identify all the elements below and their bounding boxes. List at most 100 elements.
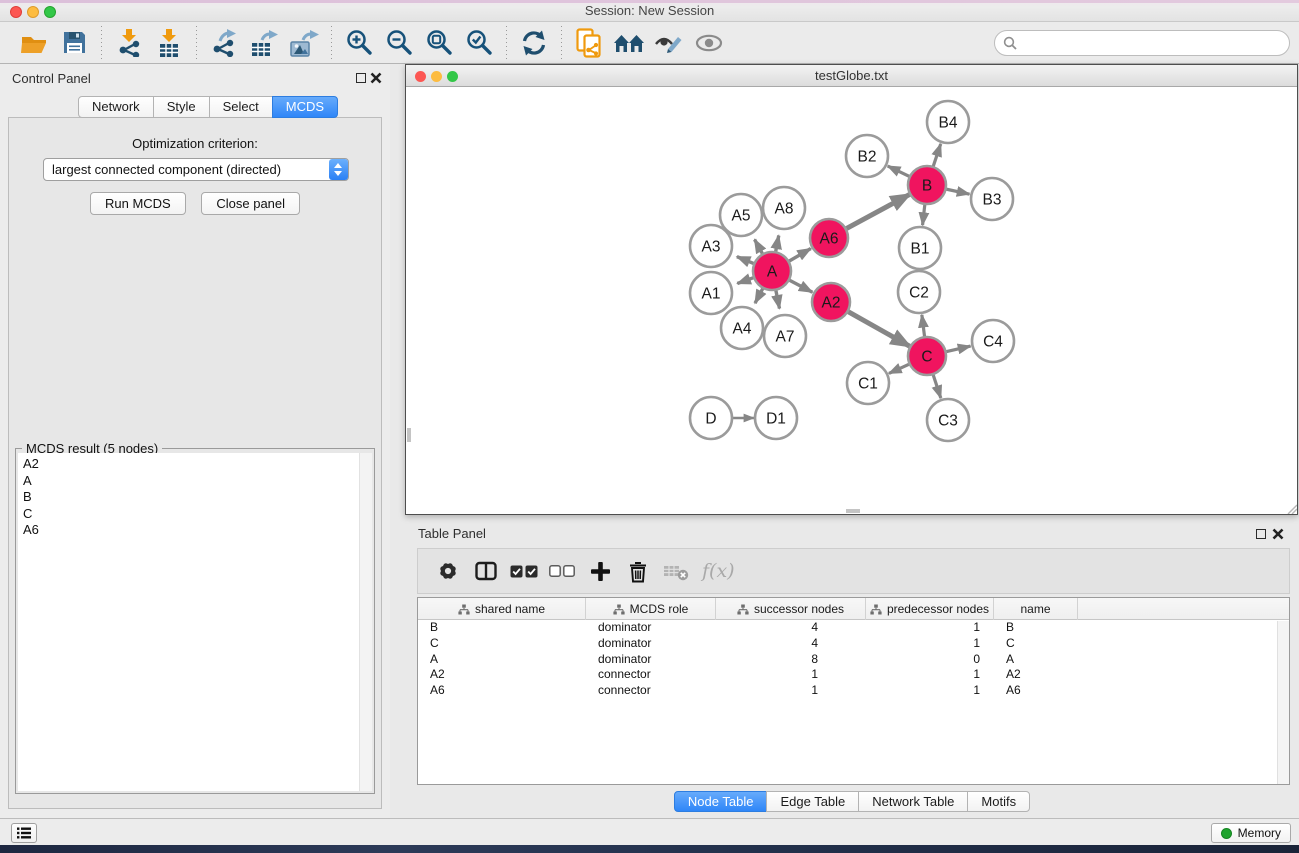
tab-edge-table[interactable]: Edge Table [766,791,859,812]
select-all-columns-button[interactable] [508,556,540,586]
cell-predecessor-nodes[interactable]: 1 [866,636,994,652]
graph-edge-C-C4[interactable] [946,346,971,352]
graph-edge-A-A3[interactable] [737,257,755,264]
column-header-successor-nodes[interactable]: successor nodes [716,598,866,620]
result-list-item[interactable]: A [23,473,372,490]
graph-edge-A-A6[interactable] [788,249,810,262]
float-table-panel-icon[interactable] [1256,529,1266,539]
cell-shared-name[interactable]: C [418,636,586,652]
cell-successor-nodes[interactable]: 4 [716,620,866,636]
import-network-button[interactable] [112,26,146,60]
graph-edge-A-A5[interactable] [755,239,763,254]
task-history-button[interactable] [11,823,37,843]
search-input[interactable] [1023,33,1289,53]
table-row[interactable]: A dominator 8 0 A [418,652,1289,668]
graph-edge-C-C2[interactable] [922,315,925,337]
zoom-out-button[interactable] [382,26,416,60]
tab-network-table[interactable]: Network Table [858,791,968,812]
result-list-item[interactable]: C [23,506,372,523]
zoom-selected-button[interactable] [462,26,496,60]
canvas-horizontal-scroll-thumb[interactable] [846,509,860,513]
delete-columns-button[interactable] [622,556,654,586]
cell-successor-nodes[interactable]: 1 [716,667,866,683]
tab-node-table[interactable]: Node Table [674,791,768,812]
cell-successor-nodes[interactable]: 1 [716,683,866,699]
cell-shared-name[interactable]: A [418,652,586,668]
graph-edge-A-A4[interactable] [755,288,763,303]
show-hide-button[interactable] [692,26,726,60]
export-network-button[interactable] [207,26,241,60]
refresh-layout-button[interactable] [517,26,551,60]
tab-select[interactable]: Select [209,96,273,118]
function-builder-button[interactable]: f(x) [702,560,735,582]
cell-predecessor-nodes[interactable]: 1 [866,683,994,699]
cell-shared-name[interactable]: A6 [418,683,586,699]
canvas-vertical-scroll-thumb[interactable] [407,428,411,442]
float-panel-icon[interactable] [356,73,366,83]
graph-edge-A-A2[interactable] [789,280,813,292]
graph-edge-A-A8[interactable] [776,236,779,253]
export-image-button[interactable] [287,26,321,60]
export-table-button[interactable] [247,26,281,60]
toolbar-search[interactable] [994,30,1290,56]
table-row[interactable]: B dominator 4 1 B [418,620,1289,636]
tab-style[interactable]: Style [153,96,210,118]
delete-table-button[interactable] [660,556,692,586]
close-panel-button[interactable]: Close panel [201,192,300,215]
column-header-mcds-role[interactable]: MCDS role [586,598,716,620]
cell-mcds-role[interactable]: dominator [586,636,716,652]
cell-mcds-role[interactable]: connector [586,683,716,699]
unselect-all-columns-button[interactable] [546,556,578,586]
table-row[interactable]: A2 connector 1 1 A2 [418,667,1289,683]
table-settings-button[interactable] [432,556,464,586]
close-panel-icon[interactable] [370,72,382,84]
resize-grip-icon[interactable] [1285,502,1297,514]
show-columns-button[interactable] [470,556,502,586]
cell-name[interactable]: C [994,636,1078,652]
tab-mcds[interactable]: MCDS [272,96,338,118]
new-network-from-selection-button[interactable] [572,26,606,60]
cell-name[interactable]: A6 [994,683,1078,699]
zoom-in-button[interactable] [342,26,376,60]
mcds-result-list[interactable]: A2 A B C A6 [18,453,372,791]
zoom-fit-button[interactable] [422,26,456,60]
column-header-shared-name[interactable]: shared name [418,598,586,620]
cell-successor-nodes[interactable]: 8 [716,652,866,668]
cell-name[interactable]: A2 [994,667,1078,683]
network-graph[interactable]: AA1A2A3A4A5A6A7A8BB1B2B3B4CC1C2C3C4DD1 [406,88,1297,514]
graph-edge-B-B2[interactable] [888,166,910,177]
network-canvas[interactable]: AA1A2A3A4A5A6A7A8BB1B2B3B4CC1C2C3C4DD1 [406,88,1297,514]
column-header-predecessor-nodes[interactable]: predecessor nodes [866,598,994,620]
cell-mcds-role[interactable]: dominator [586,652,716,668]
table-row[interactable]: A6 connector 1 1 A6 [418,683,1289,699]
cell-shared-name[interactable]: B [418,620,586,636]
graph-edge-C-C1[interactable] [889,364,910,374]
graph-edge-A2-C[interactable] [848,311,911,346]
graph-edge-B-B3[interactable] [946,189,970,194]
result-list-item[interactable]: B [23,489,372,506]
cell-mcds-role[interactable]: connector [586,667,716,683]
criterion-dropdown[interactable]: largest connected component (directed) [43,158,349,181]
node-table[interactable]: shared name MCDS role successor [417,597,1290,785]
table-row[interactable]: C dominator 4 1 C [418,636,1289,652]
graph-edge-C-C3[interactable] [933,374,941,398]
memory-button[interactable]: Memory [1211,823,1291,843]
open-session-button[interactable] [17,26,51,60]
network-window-titlebar[interactable]: testGlobe.txt [406,65,1297,87]
cell-predecessor-nodes[interactable]: 0 [866,652,994,668]
close-table-panel-icon[interactable] [1272,528,1284,540]
run-mcds-button[interactable]: Run MCDS [90,192,186,215]
result-list-scrollbar[interactable] [359,453,372,791]
graph-edge-B-B1[interactable] [923,204,925,225]
cell-predecessor-nodes[interactable]: 1 [866,620,994,636]
result-list-item[interactable]: A6 [23,522,372,539]
toggle-graphics-details-button[interactable] [652,26,686,60]
cell-name[interactable]: A [994,652,1078,668]
cell-shared-name[interactable]: A2 [418,667,586,683]
result-list-item[interactable]: A2 [23,456,372,473]
tab-network[interactable]: Network [78,96,154,118]
column-header-name[interactable]: name [994,598,1078,620]
cell-predecessor-nodes[interactable]: 1 [866,667,994,683]
cell-name[interactable]: B [994,620,1078,636]
graph-edge-A6-B[interactable] [846,194,911,229]
